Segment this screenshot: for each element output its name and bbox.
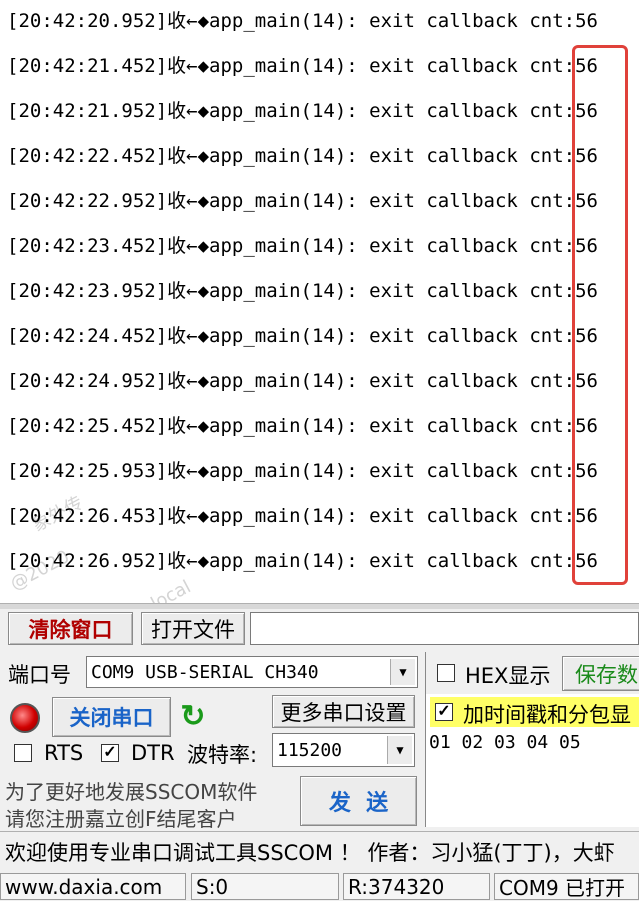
log-line: [20:42:25.953]收←◆app_main(14): exit call… [7,460,598,482]
close-port-button[interactable]: 关闭串口 [52,697,171,737]
file-path-field[interactable] [250,612,639,645]
port-label: 端口号 [8,663,71,687]
log-line: [20:42:23.952]收←◆app_main(14): exit call… [7,280,598,302]
marquee-text: 欢迎使用专业串口调试工具SSCOM ！ 作者：习小猛(丁丁)，大虾 [5,841,615,865]
log-line: [20:42:24.452]收←◆app_main(14): exit call… [7,325,598,347]
log-line: [20:42:24.952]收←◆app_main(14): exit call… [7,370,598,392]
website-link[interactable]: www.daxia.com [0,873,186,900]
port-status: COM9 已打开 [494,873,639,900]
timestamp-label: 加时间戳和分包显 [463,703,631,727]
watermark: local [147,576,195,603]
save-data-button[interactable]: 保存数 [562,656,639,691]
log-line: [20:42:21.952]收←◆app_main(14): exit call… [7,100,598,122]
send-input[interactable]: 01 02 03 04 05 [429,732,581,753]
sent-count: S:0 [191,873,339,900]
chevron-down-icon[interactable]: ▼ [387,736,412,764]
log-line: [20:42:23.452]收←◆app_main(14): exit call… [7,235,598,257]
timestamp-checkbox[interactable]: ✓ [435,703,453,721]
log-line: [20:42:26.952]收←◆app_main(14): exit call… [7,550,598,572]
log-line: [20:42:20.952]收←◆app_main(14): exit call… [7,10,598,32]
receive-log[interactable]: 象外传 @2020 local [20:42:20.952]收←◆app_mai… [0,0,639,603]
baud-label: 波特率: [187,743,258,767]
dtr-label: DTR [131,741,175,765]
record-icon [10,703,40,733]
hex-display-checkbox[interactable] [437,664,455,682]
port-select[interactable]: COM9 USB-SERIAL CH340 ▼ [86,656,418,688]
rts-checkbox[interactable] [14,744,32,762]
baud-select[interactable]: 115200 ▼ [272,733,415,767]
log-line: [20:42:25.452]收←◆app_main(14): exit call… [7,415,598,437]
promo-text: 为了更好地发展SSCOM软件 [5,780,258,804]
send-button[interactable]: 发 送 [300,776,417,826]
promo-text: 请您注册嘉立创F结尾客户 [5,807,237,831]
dtr-checkbox[interactable]: ✓ [101,744,119,762]
port-value: COM9 USB-SERIAL CH340 [91,661,319,683]
clear-window-button[interactable]: 清除窗口 [8,612,133,645]
refresh-icon[interactable]: ↻ [178,700,208,734]
highlight-box [572,45,628,585]
log-line: [20:42:21.452]收←◆app_main(14): exit call… [7,55,598,77]
log-line: [20:42:22.452]收←◆app_main(14): exit call… [7,145,598,167]
hex-display-label: HEX显示 [465,664,551,688]
received-count: R:374320 [343,873,490,900]
log-line: [20:42:22.952]收←◆app_main(14): exit call… [7,190,598,212]
rts-label: RTS [44,741,84,765]
log-line: [20:42:26.453]收←◆app_main(14): exit call… [7,505,598,527]
more-settings-button[interactable]: 更多串口设置 [272,695,415,728]
chevron-down-icon[interactable]: ▼ [390,659,415,685]
open-file-button[interactable]: 打开文件 [141,612,245,645]
baud-value: 115200 [277,739,343,761]
